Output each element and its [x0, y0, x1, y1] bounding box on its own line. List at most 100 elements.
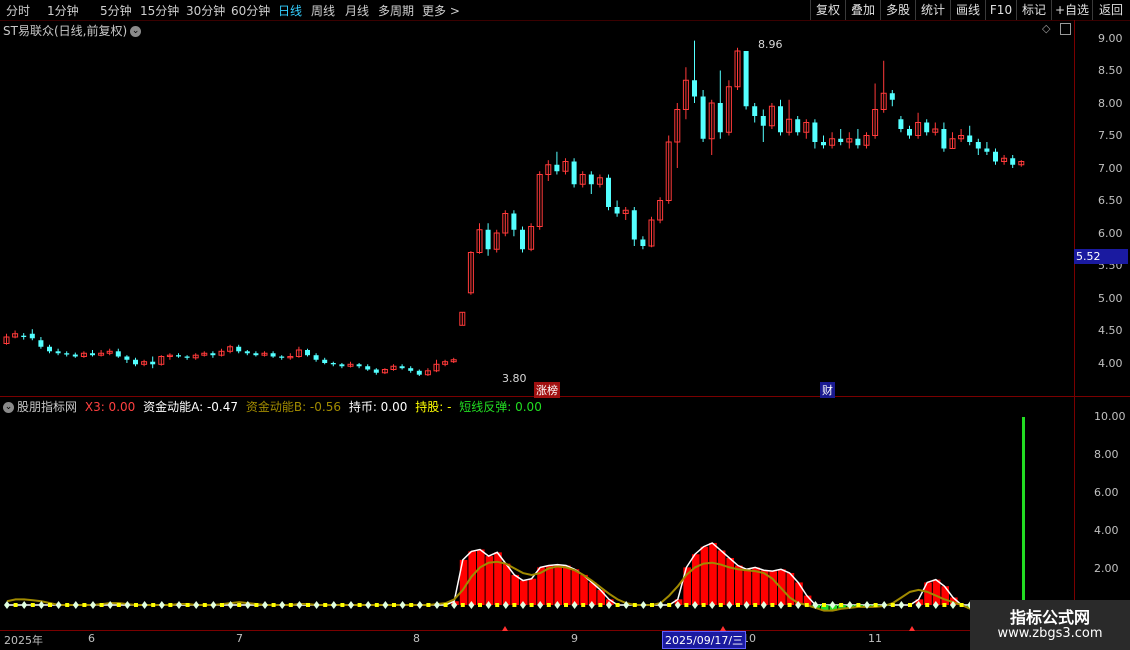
diamond-marker	[434, 601, 440, 609]
diamond-marker	[141, 601, 148, 609]
tab-timeshare[interactable]: 分时	[6, 2, 30, 19]
yellow-marker	[185, 603, 190, 607]
candle-body-down	[373, 369, 379, 373]
finance-marker[interactable]: 财	[820, 382, 835, 398]
candle-body-down	[692, 80, 697, 97]
candle-body-down	[631, 210, 637, 240]
indicator-bar	[932, 579, 941, 605]
tab-15min[interactable]: 15分钟	[140, 2, 179, 19]
yellow-marker	[701, 603, 706, 607]
price-label: 6.50	[1098, 194, 1123, 207]
low-annotation: 3.80	[502, 372, 527, 385]
indicator-bar	[941, 586, 949, 605]
add-watchlist-button[interactable]: +自选	[1051, 0, 1092, 20]
candle-body-down	[305, 350, 310, 356]
yellow-marker	[890, 603, 895, 607]
price-axis-line	[1074, 20, 1075, 396]
yellow-marker	[684, 603, 689, 607]
candle-body-down	[365, 366, 371, 370]
yellow-marker	[546, 603, 551, 607]
yellow-marker	[13, 603, 18, 607]
candle-body-down	[924, 122, 930, 133]
x-axis-label: 8	[413, 632, 420, 645]
tab-5min[interactable]: 5分钟	[100, 2, 132, 19]
tab-more[interactable]: 更多 >	[422, 2, 460, 19]
candle-body-down	[717, 103, 723, 133]
tab-daily[interactable]: 日线	[278, 2, 302, 19]
indicator-bar	[571, 569, 580, 605]
tab-weekly[interactable]: 周线	[311, 2, 335, 19]
current-price-tag: 5.52	[1074, 249, 1128, 264]
candle-body-down	[72, 354, 78, 357]
candle-body-down	[270, 353, 276, 357]
diamond-marker	[898, 601, 905, 609]
yellow-marker	[667, 603, 672, 607]
diamond-marker	[124, 601, 131, 609]
yellow-marker	[82, 603, 87, 607]
candle-body-down	[356, 364, 362, 367]
diamond-marker	[296, 601, 303, 609]
indicator-bar	[520, 580, 528, 605]
tab-multi-period[interactable]: 多周期	[378, 2, 414, 19]
yellow-marker	[168, 603, 173, 607]
price-label: 7.50	[1098, 129, 1123, 142]
candle-body-down	[993, 151, 998, 162]
yellow-marker	[581, 603, 586, 607]
watermark: 指标公式网 www.zbgs3.com	[970, 600, 1130, 650]
diamond-marker	[21, 601, 28, 609]
yellow-marker	[822, 603, 826, 607]
yellow-marker	[736, 603, 740, 607]
multi-stock-button[interactable]: 多股	[880, 0, 915, 20]
candle-body-down	[253, 353, 259, 356]
candle-body-down	[795, 119, 801, 133]
mark-button[interactable]: 标记	[1016, 0, 1051, 20]
overlay-button[interactable]: 叠加	[845, 0, 880, 20]
tab-30min[interactable]: 30分钟	[186, 2, 225, 19]
candle-body-down	[606, 177, 611, 207]
candle-body-down	[38, 340, 44, 347]
diamond-marker	[210, 601, 217, 609]
candle-body-down	[984, 148, 990, 152]
tab-monthly[interactable]: 月线	[345, 2, 369, 19]
candle-body-down	[743, 51, 749, 107]
tab-1min[interactable]: 1分钟	[47, 2, 79, 19]
back-button[interactable]: 返回	[1092, 0, 1129, 20]
diamond-marker	[176, 601, 182, 609]
stock-chart[interactable]	[0, 20, 1074, 632]
price-label: 9.00	[1098, 32, 1123, 45]
yellow-marker	[495, 603, 500, 607]
tab-60min[interactable]: 60分钟	[231, 2, 270, 19]
candle-body-down	[907, 129, 912, 136]
yellow-marker	[856, 603, 861, 607]
yellow-marker	[478, 603, 482, 607]
zhangbang-marker[interactable]: 涨榜	[534, 382, 560, 398]
candle-body-down	[975, 142, 981, 149]
candle-body-down	[416, 370, 422, 375]
candle-body-down	[408, 368, 414, 371]
yellow-marker	[323, 603, 328, 607]
adjust-button[interactable]: 复权	[810, 0, 845, 20]
f10-button[interactable]: F10	[985, 0, 1016, 20]
candle-body-down	[236, 346, 242, 352]
candle-body-down	[640, 239, 646, 246]
x-axis-label: 6	[88, 632, 95, 645]
yellow-marker	[202, 603, 207, 607]
candle-body-down	[64, 353, 70, 355]
candle-body-down	[898, 119, 904, 129]
candle-body-down	[55, 351, 61, 354]
yellow-marker	[839, 603, 844, 607]
yellow-marker	[925, 603, 930, 607]
yellow-marker	[512, 603, 517, 607]
yellow-marker	[30, 603, 35, 607]
statistics-button[interactable]: 统计	[915, 0, 950, 20]
draw-line-button[interactable]: 画线	[950, 0, 985, 20]
indicator-bar	[735, 565, 743, 605]
candle-body-down	[571, 161, 577, 185]
yellow-marker	[48, 603, 52, 607]
yellow-marker	[598, 603, 603, 607]
indicator-axis-label: 10.00	[1094, 410, 1126, 423]
candle-body-down	[520, 229, 525, 250]
candle-body-down	[1010, 158, 1016, 165]
cursor-date: 2025/09/17/三	[662, 631, 747, 649]
yellow-marker	[151, 603, 156, 607]
